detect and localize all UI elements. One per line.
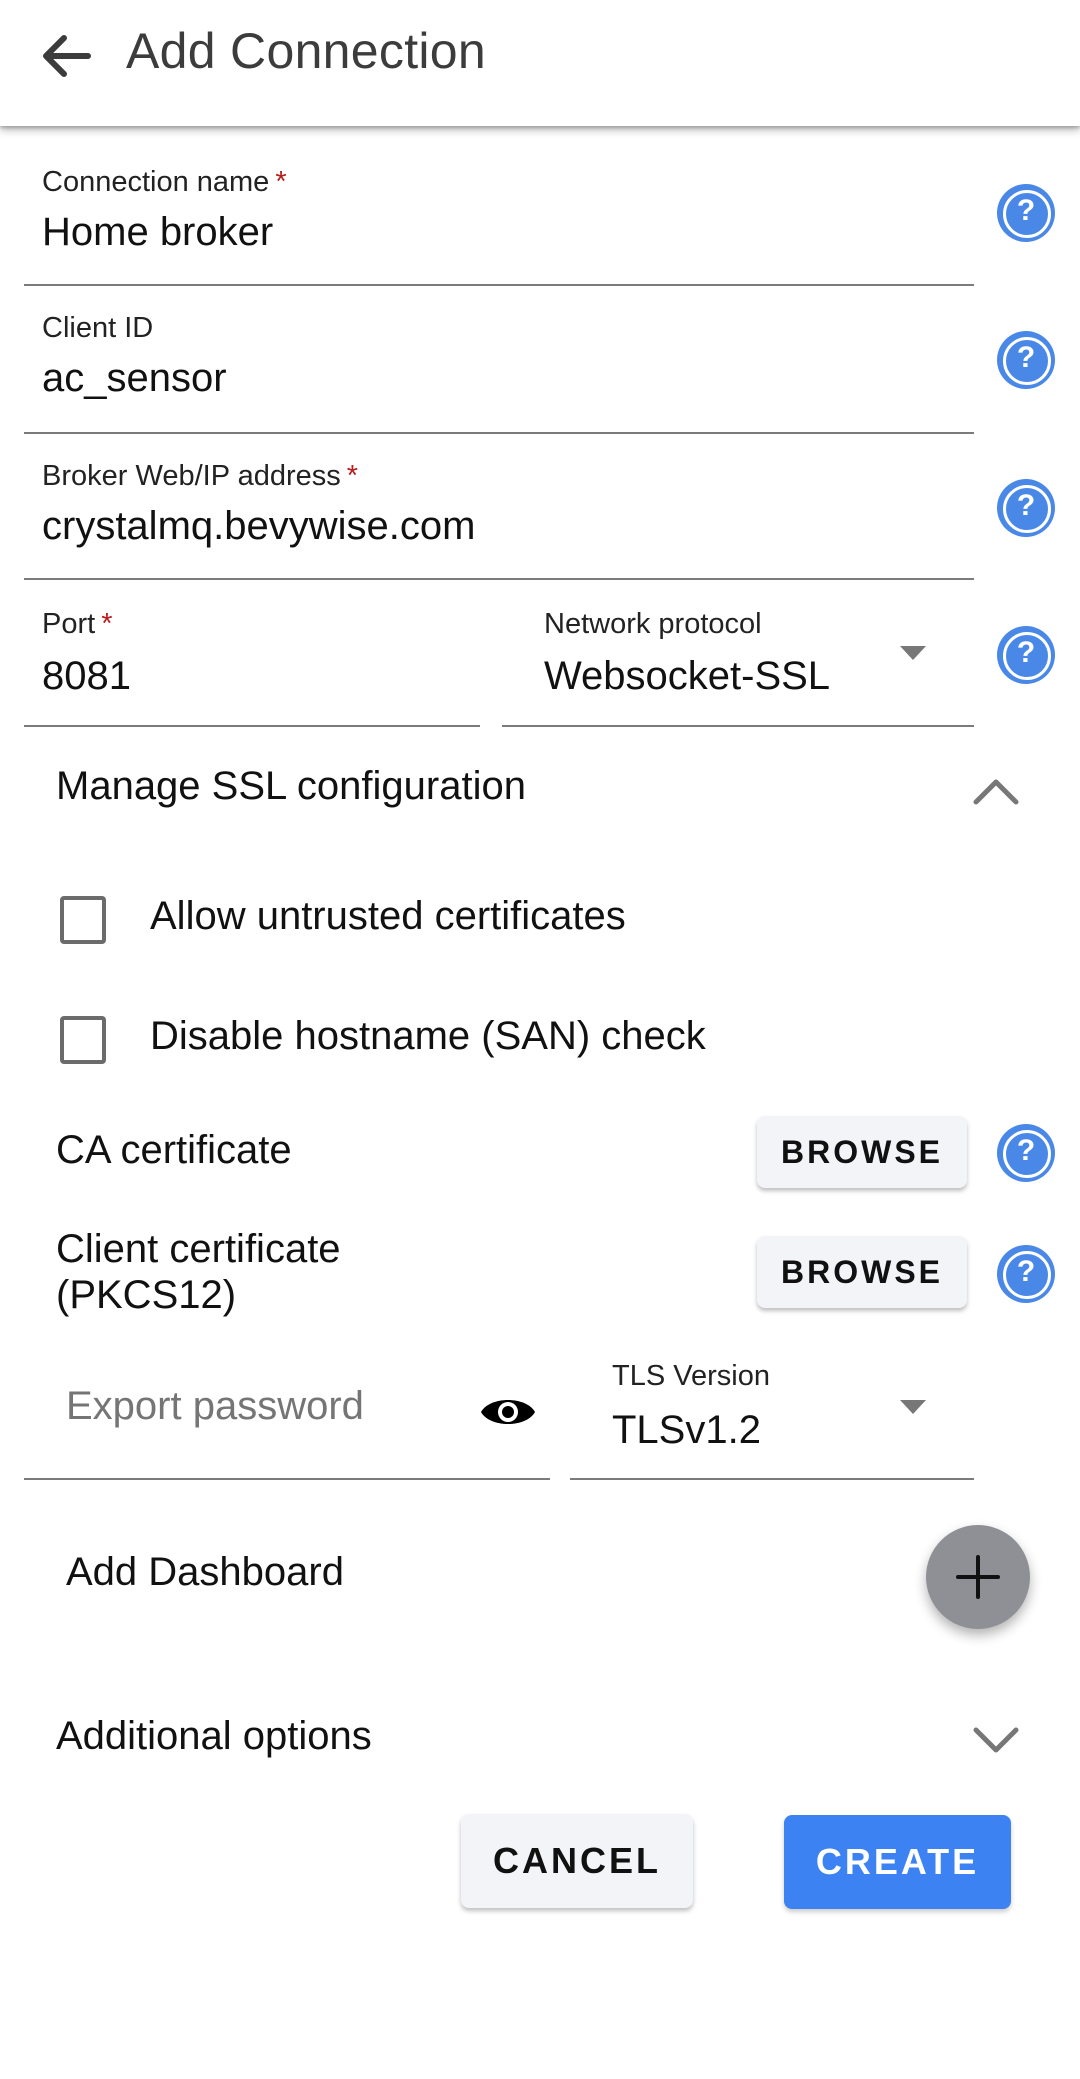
- app-bar: Add Connection: [0, 0, 1080, 126]
- create-button[interactable]: CREATE: [784, 1815, 1011, 1909]
- disable-hostname-label: Disable hostname (SAN) check: [150, 1014, 706, 1058]
- back-button[interactable]: [38, 28, 98, 84]
- ca-certificate-label: CA certificate: [56, 1128, 292, 1172]
- ssl-section-title: Manage SSL configuration: [56, 764, 526, 808]
- arrow-back-icon: [43, 35, 91, 77]
- broker-address-label: Broker Web/IP address *: [42, 460, 359, 492]
- ca-certificate-browse-button[interactable]: BROWSE: [757, 1116, 967, 1188]
- network-protocol-label: Network protocol: [544, 608, 762, 640]
- client-certificate-label-line2: (PKCS12): [56, 1273, 237, 1317]
- required-mark: *: [346, 460, 359, 492]
- port-underline: [24, 725, 480, 727]
- connection-name-label: Connection name *: [42, 166, 287, 198]
- client-id-field[interactable]: Client ID: [0, 290, 980, 440]
- network-protocol-value: Websocket-SSL: [544, 654, 831, 698]
- ssl-section-header[interactable]: Manage SSL configuration: [0, 750, 1080, 830]
- broker-address-underline: [24, 578, 974, 580]
- broker-address-field[interactable]: Broker Web/IP address *: [0, 440, 980, 590]
- connection-name-input[interactable]: [42, 210, 942, 255]
- help-icon[interactable]: ?: [997, 626, 1055, 684]
- add-dashboard-label: Add Dashboard: [66, 1550, 344, 1594]
- allow-untrusted-label: Allow untrusted certificates: [150, 894, 626, 938]
- client-id-label: Client ID: [42, 312, 154, 344]
- port-label: Port *: [42, 608, 113, 640]
- tls-version-label: TLS Version: [612, 1360, 770, 1392]
- client-certificate-label: Client certificate (PKCS12): [56, 1226, 341, 1318]
- client-id-input[interactable]: [42, 356, 942, 401]
- network-protocol-underline: [502, 725, 974, 727]
- client-certificate-browse-button[interactable]: BROWSE: [757, 1236, 967, 1308]
- required-mark: *: [101, 608, 113, 640]
- port-field[interactable]: Port *: [0, 590, 490, 740]
- export-password-input[interactable]: [66, 1384, 456, 1429]
- help-icon[interactable]: ?: [997, 1245, 1055, 1303]
- allow-untrusted-checkbox-row[interactable]: Allow untrusted certificates: [58, 890, 758, 950]
- dropdown-arrow-icon: [900, 646, 926, 660]
- additional-options-title: Additional options: [56, 1714, 372, 1758]
- additional-options-header[interactable]: Additional options: [0, 1700, 1080, 1780]
- client-certificate-label-line1: Client certificate: [56, 1227, 341, 1271]
- help-icon[interactable]: ?: [997, 331, 1055, 389]
- plus-icon: [956, 1555, 1000, 1599]
- tls-version-value: TLSv1.2: [612, 1408, 761, 1452]
- client-id-underline: [24, 432, 974, 434]
- allow-untrusted-checkbox[interactable]: [60, 896, 106, 944]
- tls-version-select[interactable]: TLS Version TLSv1.2: [560, 1330, 980, 1485]
- eye-icon[interactable]: [478, 1390, 538, 1434]
- chevron-down-icon: [973, 1727, 1019, 1753]
- connection-name-field[interactable]: Connection name *: [0, 140, 980, 290]
- network-protocol-select[interactable]: Network protocol Websocket-SSL: [480, 590, 980, 740]
- disable-hostname-checkbox[interactable]: [60, 1016, 106, 1064]
- connection-name-underline: [24, 284, 974, 286]
- disable-hostname-checkbox-row[interactable]: Disable hostname (SAN) check: [58, 1010, 818, 1070]
- export-password-underline: [24, 1478, 550, 1480]
- cancel-button[interactable]: CANCEL: [461, 1814, 693, 1908]
- help-icon[interactable]: ?: [997, 479, 1055, 537]
- tls-version-underline: [570, 1478, 974, 1480]
- dropdown-arrow-icon: [900, 1400, 926, 1414]
- add-dashboard-button[interactable]: [926, 1525, 1030, 1629]
- chevron-up-icon: [973, 779, 1019, 805]
- export-password-field[interactable]: [0, 1330, 560, 1485]
- broker-address-input[interactable]: [42, 504, 942, 549]
- port-input[interactable]: [42, 654, 442, 699]
- help-icon[interactable]: ?: [997, 184, 1055, 242]
- help-icon[interactable]: ?: [997, 1124, 1055, 1182]
- required-mark: *: [275, 166, 287, 198]
- page-title: Add Connection: [126, 23, 487, 79]
